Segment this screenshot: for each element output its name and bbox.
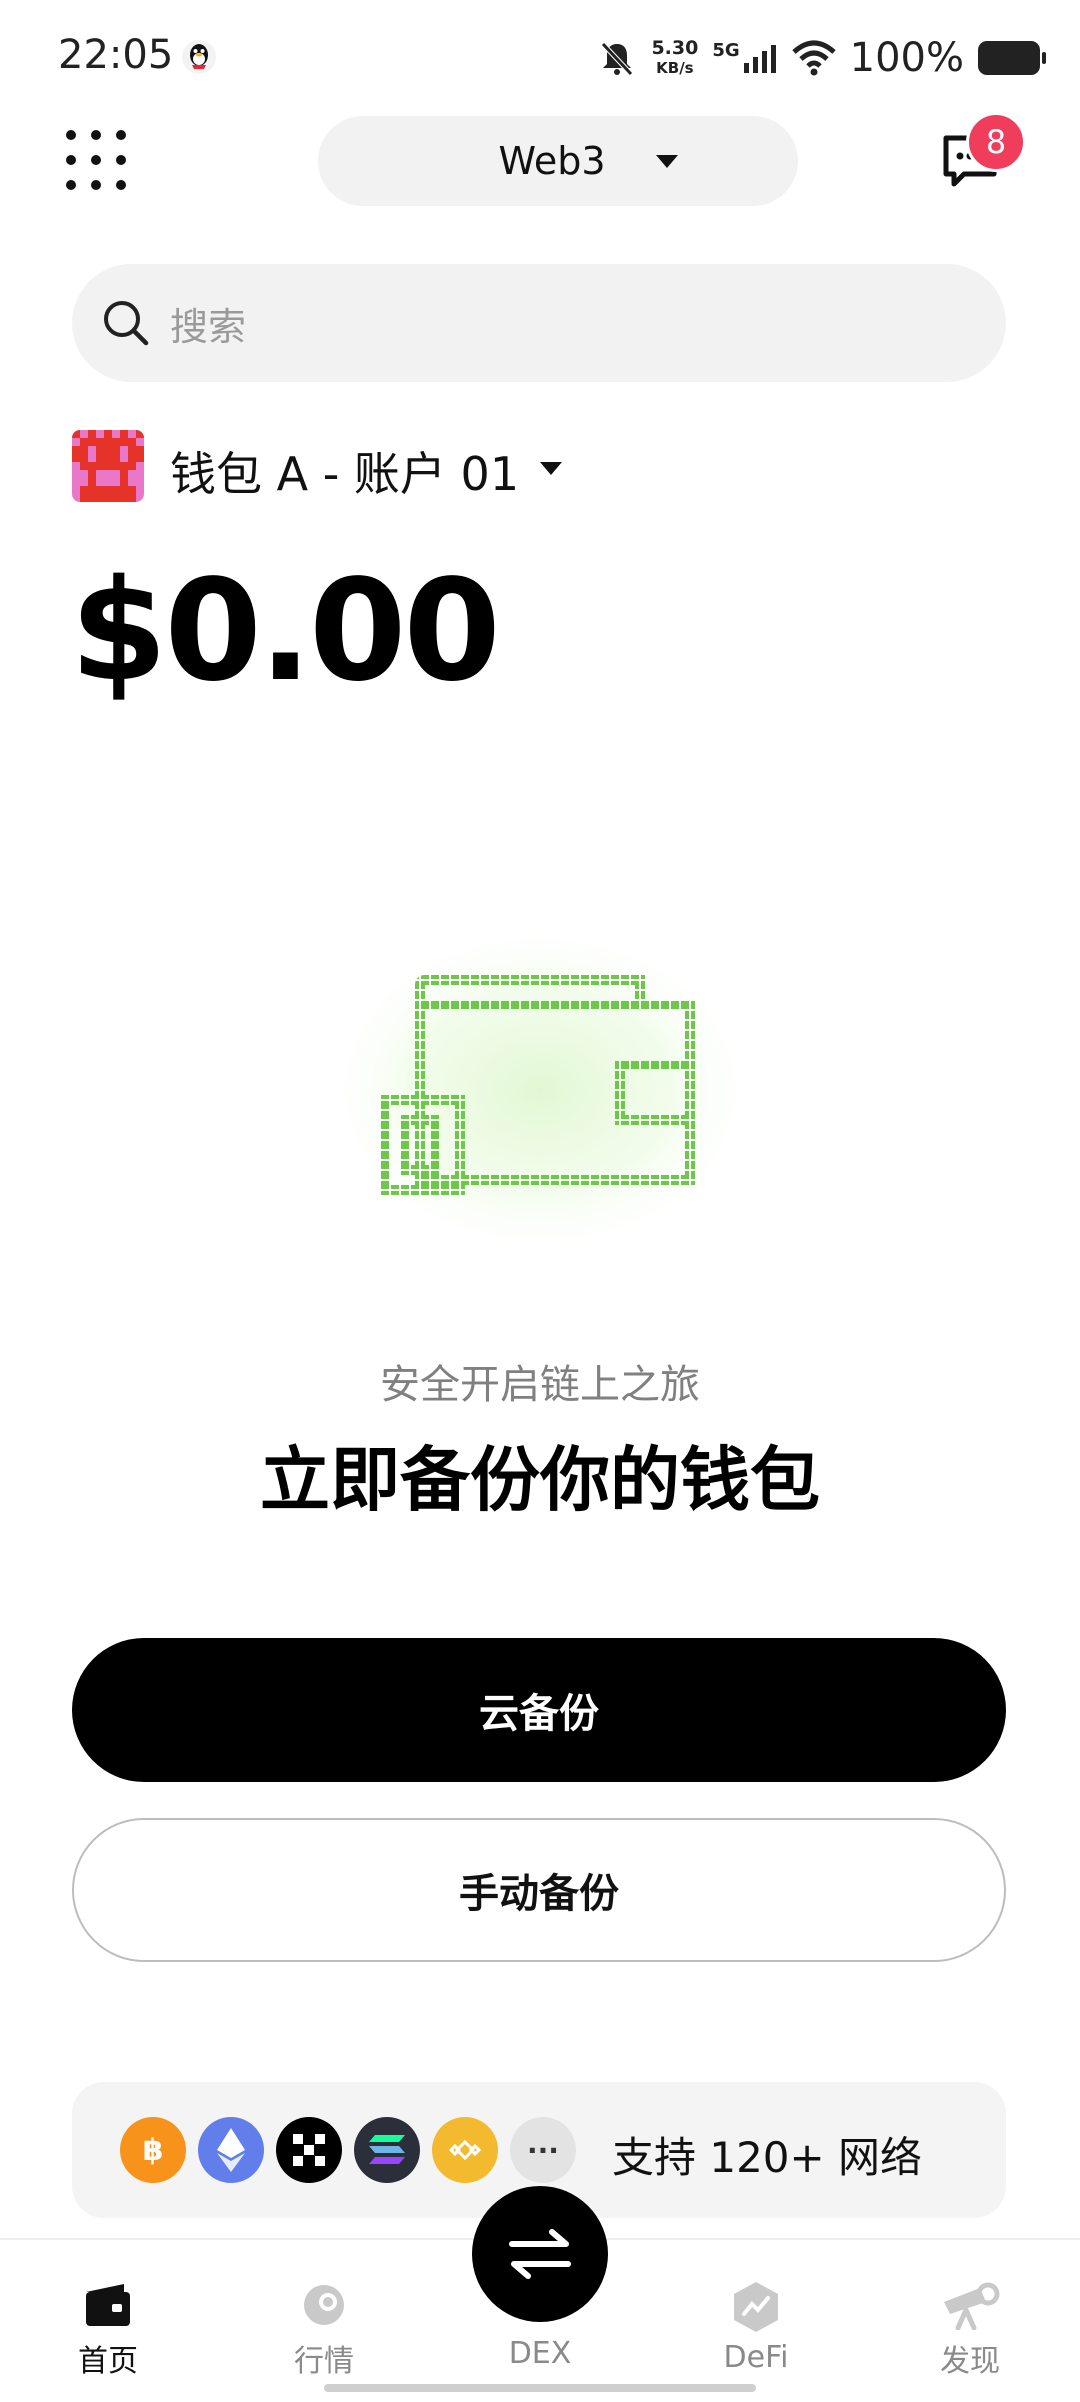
- telescope-icon: [944, 2282, 1000, 2330]
- okb-icon: [276, 2117, 342, 2183]
- nav-market-label: 行情: [294, 2344, 354, 2379]
- nav-defi[interactable]: DeFi: [676, 2280, 836, 2375]
- account-chevron-down-icon[interactable]: [540, 462, 562, 475]
- apps-grid-icon[interactable]: [66, 130, 126, 190]
- net-speed-unit: KB/s: [656, 59, 694, 77]
- qq-notification-icon: [180, 38, 218, 76]
- backup-subtitle: 安全开启链上之旅: [380, 1362, 700, 1408]
- networks-label: 支持 120+ 网络: [612, 2133, 923, 2182]
- market-icon: [304, 2285, 344, 2325]
- nav-defi-label: DeFi: [723, 2340, 789, 2375]
- cloud-backup-button[interactable]: 云备份: [72, 1638, 1006, 1782]
- network-type: 5G: [712, 40, 740, 61]
- battery-percent: 100%: [849, 35, 964, 81]
- status-time: 22:05: [58, 32, 174, 78]
- wifi-icon: [791, 40, 836, 76]
- cellular-signal: 5G: [712, 40, 777, 73]
- total-balance: $0.00: [70, 550, 501, 713]
- more-icon: ···: [510, 2117, 576, 2183]
- svg-text:฿: ฿: [143, 2133, 164, 2168]
- battery-icon: [978, 41, 1046, 75]
- nav-dex-label: DEX: [508, 2336, 572, 2371]
- ethereum-icon: [198, 2117, 264, 2183]
- home-indicator[interactable]: [324, 2384, 756, 2392]
- search-icon: [104, 301, 149, 346]
- search-placeholder: 搜索: [170, 304, 247, 349]
- manual-backup-button[interactable]: 手动备份: [72, 1818, 1006, 1962]
- account-name[interactable]: 钱包 A - 账户 01: [170, 438, 519, 504]
- net-speed: 5.30 KB/s: [651, 38, 698, 78]
- mode-switcher[interactable]: Web3: [318, 116, 798, 206]
- mode-label: Web3: [498, 139, 606, 183]
- net-speed-value: 5.30: [651, 37, 699, 59]
- backup-headline: 立即备份你的钱包: [260, 1439, 820, 1521]
- swap-arrows-icon: [509, 2229, 571, 2279]
- wallet-illustration: [320, 920, 760, 1260]
- nav-home-label: 首页: [78, 2344, 138, 2379]
- message-count-badge: 8: [966, 112, 1026, 172]
- mute-bell-icon: [601, 42, 634, 76]
- avatar[interactable]: [72, 430, 144, 502]
- bnb-icon: [432, 2117, 498, 2183]
- search-input[interactable]: 搜索: [72, 264, 1006, 382]
- nav-market[interactable]: 行情: [244, 2280, 404, 2380]
- dex-swap-button[interactable]: [472, 2186, 608, 2322]
- chevron-down-icon: [655, 154, 678, 168]
- wallet-icon: [86, 2284, 130, 2326]
- bitcoin-icon: ฿: [120, 2117, 186, 2183]
- signal-bars-icon: [743, 45, 776, 73]
- nav-home[interactable]: 首页: [28, 2280, 188, 2380]
- status-icons: 5.30 KB/s 5G 100%: [597, 34, 1046, 82]
- nav-discover[interactable]: 发现: [890, 2280, 1050, 2380]
- solana-icon: [354, 2117, 420, 2183]
- nav-discover-label: 发现: [940, 2344, 1000, 2379]
- defi-icon: [734, 2282, 778, 2332]
